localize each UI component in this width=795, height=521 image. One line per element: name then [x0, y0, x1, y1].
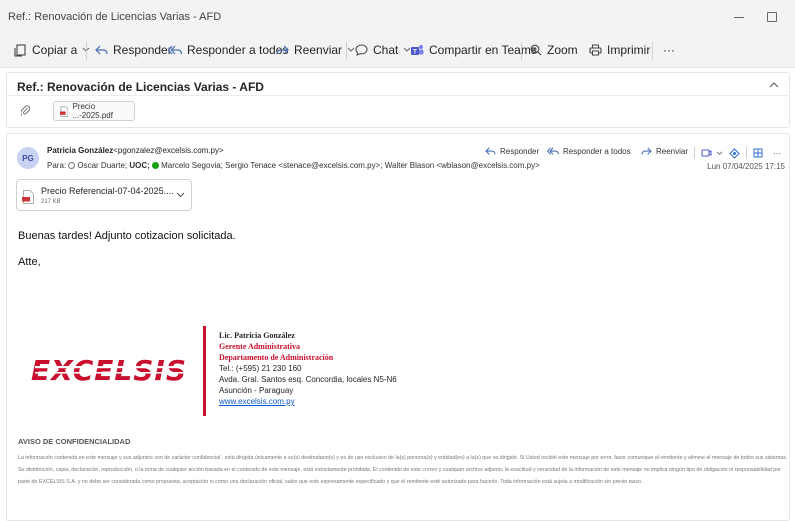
divider [694, 147, 695, 159]
recipient[interactable]: Marcelo Segovia; [161, 161, 223, 170]
reply-button[interactable]: Responder [95, 43, 172, 57]
teams-share-icon[interactable] [701, 148, 712, 158]
more-options-button[interactable]: ··· [663, 43, 675, 57]
attachment-card[interactable]: Precio Referencial-07-04-2025.... 217 KB [16, 179, 192, 211]
signature-name: Lic. Patricia González [219, 331, 295, 340]
paperclip-icon [21, 105, 30, 116]
chat-icon [355, 44, 368, 56]
toolbar-divider [86, 42, 87, 60]
attachment-chip-label: Precio ...-2025.pdf [72, 102, 113, 120]
signature-phone: Tel.: (+595) 21 230 160 [219, 364, 302, 373]
print-icon [589, 44, 602, 56]
divider [7, 95, 789, 96]
svg-text:T: T [413, 49, 417, 55]
signature-divider [203, 326, 206, 416]
signature-address: Avda. Gral. Santos esq. Concordia, local… [219, 375, 397, 384]
attachment-name: Precio Referencial-07-04-2025.... [41, 186, 174, 196]
more-options-label: ··· [663, 43, 675, 57]
message-reply-button[interactable]: Responder [485, 147, 539, 156]
message-reply-label: Responder [500, 147, 540, 156]
teams-icon: T [411, 44, 424, 55]
message-body-line: Atte, [18, 256, 41, 268]
chevron-up-icon[interactable] [769, 81, 779, 88]
avatar[interactable]: PG [17, 147, 39, 169]
recipient[interactable]: Sergio Tenace <stenace@excelsis.com.py>; [225, 161, 382, 170]
sender-line[interactable]: Patricia González<pgonzalez@excelsis.com… [47, 146, 224, 155]
message-reply-all-label: Responder a todos [563, 147, 631, 156]
grid-view-icon[interactable] [753, 148, 763, 158]
to-label: Para: [47, 161, 67, 170]
title-bar: Ref.: Renovación de Licencias Varias - A… [0, 0, 795, 34]
loop-icon[interactable] [729, 147, 740, 159]
message-forward-label: Reenviar [656, 147, 689, 156]
forward-icon [641, 147, 652, 155]
forward-button[interactable]: Reenviar [276, 43, 360, 57]
toolbar-divider [652, 42, 653, 60]
signature-department: Departamento de Administración [219, 353, 334, 362]
attachment-size: 217 KB [41, 199, 61, 205]
toolbar-divider [346, 42, 347, 60]
pdf-icon [22, 190, 34, 204]
reply-all-label: Responder a todos [187, 43, 289, 57]
message-date: Lun 07/04/2025 17:15 [707, 162, 785, 171]
copy-icon [14, 43, 26, 57]
email-subject: Ref.: Renovación de Licencias Varias - A… [17, 80, 264, 94]
reply-icon [95, 45, 108, 54]
signature-role: Gerente Administrativa [219, 342, 300, 351]
message-reply-all-button[interactable]: Responder a todos [547, 147, 631, 156]
zoom-button[interactable]: Zoom [530, 43, 578, 57]
divider [746, 147, 747, 159]
copy-to-button[interactable]: Copiar a [14, 43, 95, 57]
pdf-icon [60, 105, 69, 117]
maximize-button[interactable] [758, 6, 786, 28]
sender-email: <pgonzalez@excelsis.com.py> [113, 146, 224, 155]
reply-all-button[interactable]: Responder a todos [168, 43, 288, 57]
window-title: Ref.: Renovación de Licencias Varias - A… [8, 11, 222, 23]
attachment-chip[interactable]: Precio ...-2025.pdf [53, 101, 135, 121]
signature-city: Asunción - Paraguay [219, 386, 294, 395]
forward-icon [276, 45, 289, 54]
message-more-button[interactable]: ··· [773, 149, 781, 158]
reply-label: Responder [113, 43, 172, 57]
sender-name: Patricia González [47, 146, 114, 155]
chat-label: Chat [373, 43, 399, 57]
chevron-down-icon[interactable] [716, 151, 723, 156]
copy-to-label: Copiar a [32, 43, 78, 57]
toolbar: Copiar a Responder Responder a todos Ree… [0, 34, 795, 68]
chat-button[interactable]: Chat [355, 43, 416, 57]
reply-all-icon [547, 147, 559, 155]
signature-website-link[interactable]: www.excelsis.com.py [219, 396, 397, 407]
subject-panel: Ref.: Renovación de Licencias Varias - A… [6, 72, 790, 128]
share-teams-button[interactable]: T Compartir en Teams [410, 43, 537, 57]
recipients-line: Para: Oscar Duarte; UOC; Marcelo Segovia… [47, 161, 540, 170]
forward-label: Reenviar [294, 43, 343, 57]
reply-all-icon [168, 45, 182, 54]
zoom-label: Zoom [547, 43, 578, 57]
recipient[interactable]: UOC; [129, 161, 149, 170]
signature-block: Lic. Patricia González Gerente Administr… [219, 330, 397, 407]
message-forward-button[interactable]: Reenviar [641, 147, 688, 156]
message-card: PG Patricia González<pgonzalez@excelsis.… [6, 133, 790, 521]
chevron-down-icon[interactable] [176, 192, 185, 198]
recipient[interactable]: Oscar Duarte; [77, 161, 127, 170]
toolbar-divider [521, 42, 522, 60]
minimize-button[interactable] [726, 6, 754, 28]
message-body-line: Buenas tardes! Adjunto cotizacion solici… [18, 230, 236, 242]
chevron-down-icon [347, 47, 355, 52]
zoom-icon [530, 44, 542, 56]
presence-unknown-icon [68, 162, 76, 169]
print-label: Imprimir [607, 43, 651, 57]
excelsis-logo: EXCELSIS [31, 354, 187, 387]
presence-available-icon [152, 162, 160, 169]
confidentiality-text: La información contenida en este mensaje… [18, 455, 788, 486]
print-button[interactable]: Imprimir [589, 43, 650, 57]
logo-text: EXCELSIS [31, 354, 187, 387]
reply-icon [485, 147, 496, 155]
message-extra-actions: ··· [694, 147, 781, 159]
confidentiality-title: AVISO DE CONFIDENCIALIDAD [18, 437, 131, 446]
recipient[interactable]: Walter Blason <wblason@excelsis.com.py> [385, 161, 540, 170]
